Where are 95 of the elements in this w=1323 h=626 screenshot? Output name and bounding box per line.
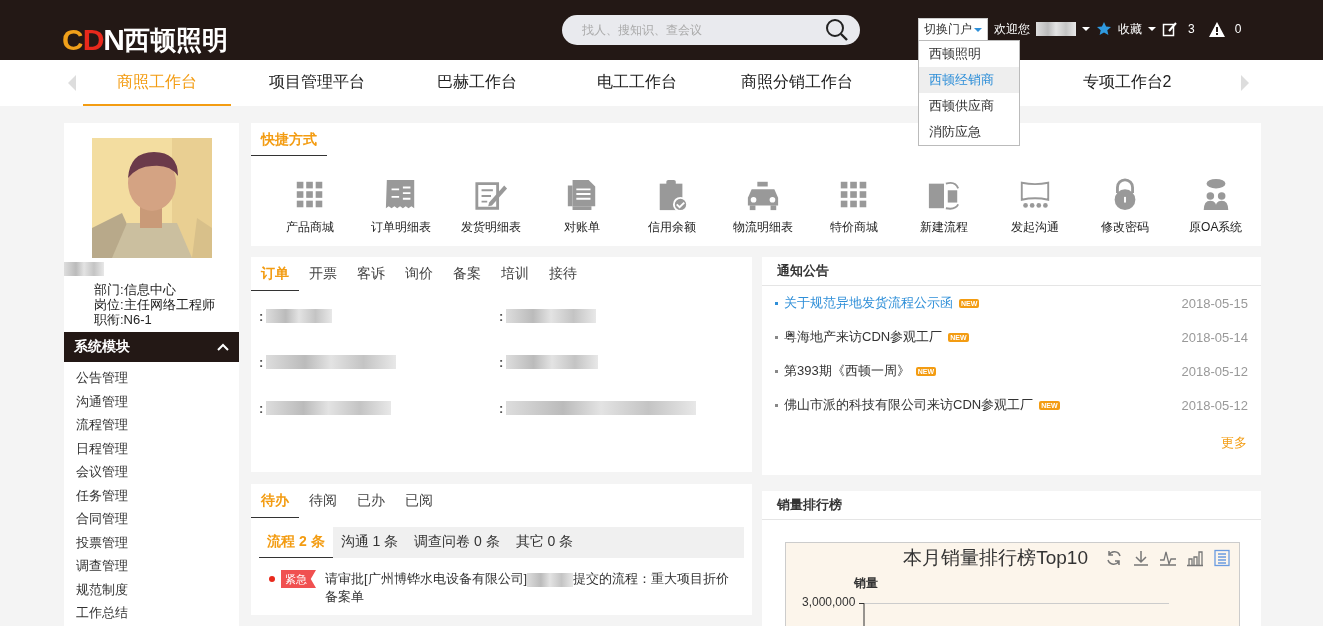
notice-date: 2018-05-12 [1181,363,1248,379]
shortcut-item[interactable]: 特价商城 [808,178,899,236]
tab[interactable]: 接待 [539,257,587,291]
axis-tick-label: 3,000,000 [802,595,856,609]
shortcut-item[interactable]: 订单明细表 [355,178,447,236]
caret-icon [974,26,982,33]
caret-icon [1148,26,1156,32]
shortcut-item[interactable]: 发货明细表 [446,178,537,236]
tab[interactable]: 开票 [299,257,347,291]
bullet-icon [775,369,778,373]
search-field[interactable]: 找人、搜知识、查会议 [580,22,824,38]
notice-date: 2018-05-15 [1181,295,1248,311]
warning-icon[interactable] [1208,21,1225,37]
shortcut-item[interactable]: 信用余额 [627,178,718,236]
field-label: : [259,308,264,324]
nav-tab[interactable]: 商照分销工作台 [723,60,871,106]
download-icon[interactable] [1132,549,1150,567]
edit-icon[interactable] [1162,21,1178,37]
search-bar[interactable]: 找人、搜知识、查会议 [562,15,860,45]
sidebar-item[interactable]: 公告管理 [76,366,239,390]
favorites-link[interactable]: 收藏 [1118,20,1142,38]
bullet-icon [775,335,778,339]
urgent-tag: 紧急 [281,570,316,588]
rank-text: 职衔:N6-1 [94,312,153,327]
field-label: : [499,400,504,416]
position-text: 岗位:主任网络工程师 [94,297,216,312]
field-label: : [499,354,504,370]
notice-link[interactable]: 关于规范异地发货流程公示函 [784,294,953,312]
notice-link[interactable]: 第393期《西顿一周》 [784,362,910,380]
sub-tab[interactable]: 其它 0 条 [507,527,582,558]
redacted-text [64,262,104,276]
card-title: 通知公告 [777,262,829,280]
chevron-up-icon[interactable] [217,343,229,351]
refresh-icon[interactable] [1105,549,1123,567]
axis-label: 销量 [854,575,878,592]
shortcut-item[interactable]: 发起沟通 [989,178,1080,236]
sidebar-item[interactable]: 合同管理 [76,507,239,531]
tab[interactable]: 已阅 [395,484,443,518]
bullet-icon [775,403,778,407]
shortcut-item[interactable]: 修改密码 [1079,178,1171,236]
sidebar-item[interactable]: 流程管理 [76,413,239,437]
nav-tab[interactable]: 巴赫工作台 [403,60,551,106]
redacted-text [266,309,333,323]
todo-link[interactable]: 请审批[广州博铧水电设备有限公司] 提交的流程：重大项目折价备案单 [325,570,732,606]
tab[interactable]: 待阅 [299,484,347,518]
tab[interactable]: 备案 [443,257,491,291]
nav-tab[interactable]: 电工工作台 [563,60,711,106]
shortcut-item[interactable]: 原OA系统 [1170,178,1261,236]
notice-date: 2018-05-14 [1181,329,1248,345]
tab[interactable]: 询价 [395,257,443,291]
section-title: 快捷方式 [251,123,327,156]
sidebar-item[interactable]: 任务管理 [76,483,239,507]
sidebar-item[interactable]: 规范制度 [76,577,239,601]
caret-icon [1082,26,1090,32]
sidebar-item[interactable]: 调查管理 [76,554,239,578]
menu-item[interactable]: 消防应急 [919,118,1019,145]
sidebar-header[interactable]: 系统模块 [64,332,239,362]
sidebar-item[interactable]: 会议管理 [76,460,239,484]
department-text: 部门:信息中心 [94,282,177,297]
sub-tab[interactable]: 调查问卷 0 条 [406,527,508,558]
sidebar-item[interactable]: 沟通管理 [76,389,239,413]
sidebar-item[interactable]: 投票管理 [76,530,239,554]
star-icon[interactable] [1096,21,1112,37]
nav-tab[interactable]: 专项工作台2 [1053,60,1201,106]
redacted-text [1036,22,1076,36]
tab[interactable]: 已办 [347,484,395,518]
shortcut-item[interactable]: 产品商城 [265,178,356,236]
shortcut-item[interactable]: 对账单 [536,178,628,236]
field-label: : [499,308,504,324]
edit-count: 3 [1188,22,1195,36]
sub-tab[interactable]: 沟通 1 条 [332,527,407,558]
bullet-icon [775,301,778,305]
menu-item[interactable]: 西顿供应商 [919,92,1019,119]
notice-link[interactable]: 佛山市派的科技有限公司来访CDN参观工厂 [784,396,1034,414]
bar-chart-icon[interactable] [1186,549,1204,567]
tab[interactable]: 培训 [491,257,539,291]
sidebar-item[interactable]: 日程管理 [76,436,239,460]
data-view-icon[interactable] [1213,549,1231,567]
tab[interactable]: 客诉 [347,257,395,291]
field-label: : [259,400,264,416]
chart-title: 本月销量排行榜Top10 [903,546,1088,570]
welcome-text: 欢迎您 [994,20,1030,38]
notice-date: 2018-05-12 [1181,397,1248,413]
nav-tab[interactable]: 项目管理平台 [243,60,391,106]
field-label: : [259,354,264,370]
shortcut-item[interactable]: 新建流程 [898,178,990,236]
card-title: 销量排行榜 [777,496,842,514]
search-icon[interactable] [824,17,850,43]
menu-item[interactable]: 西顿照明 [919,40,1019,67]
sidebar-item[interactable]: 工作总结 [76,601,239,625]
alert-count: 0 [1234,22,1242,36]
line-chart-icon[interactable] [1159,549,1177,567]
notice-link[interactable]: 粤海地产来访CDN参观工厂 [784,328,943,346]
shortcut-item[interactable]: 物流明细表 [717,178,809,236]
logo-text: 西顿照明 [124,26,228,54]
